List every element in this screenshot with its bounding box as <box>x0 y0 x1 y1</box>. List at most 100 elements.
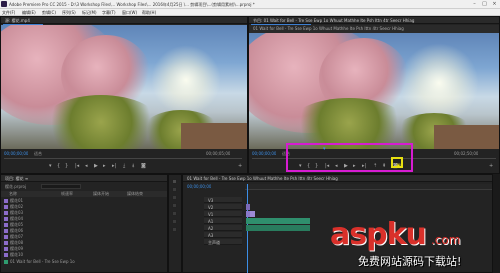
project-panel-tab[interactable]: 项目: 樱花 ≡ <box>5 176 28 181</box>
list-item-name: 樱花09 <box>10 246 24 251</box>
audio-meter <box>492 174 500 273</box>
clip-color-swatch <box>4 253 8 257</box>
export-frame-icon[interactable]: ◙ <box>141 164 146 169</box>
watermark-tagline: 免费网站源码下载站! <box>358 255 462 268</box>
program-sequence-label: 01 Wait for Bell - Tre Sse Ewp 1o Whuut … <box>253 26 404 31</box>
menu-help[interactable]: 帮助(H) <box>142 10 156 15</box>
source-scrub-bar[interactable] <box>4 158 242 159</box>
step-forward-icon[interactable]: ▸ <box>103 164 106 169</box>
go-to-out-icon[interactable]: ▸| <box>112 164 116 169</box>
track-label: A2 <box>208 226 214 231</box>
mark-out-icon[interactable]: } <box>65 164 68 169</box>
tools-panel <box>168 174 182 273</box>
track-header-v2[interactable]: V2 <box>204 204 242 210</box>
menu-file[interactable]: 文件(F) <box>2 10 15 15</box>
timeline-ruler[interactable] <box>245 184 499 190</box>
track-select-tool-icon[interactable] <box>172 187 177 192</box>
green-foliage <box>289 98 409 149</box>
project-file-name: 樱花.prproj <box>5 184 27 189</box>
sequence-color-swatch <box>4 260 8 264</box>
insert-icon[interactable]: ⤓ <box>123 164 125 169</box>
program-monitor-tab[interactable]: 节目: 01 Wait for Bell - Tre Sse Ewp 1o Wh… <box>253 18 493 23</box>
clip-color-swatch <box>4 211 8 215</box>
column-media-end[interactable]: 媒体结束 <box>127 191 143 196</box>
mark-in-icon[interactable]: { <box>57 164 60 169</box>
window-titlebar: Adobe Premiere Pro CC 2015 - D:\3 Worksh… <box>0 0 500 9</box>
track-label: V2 <box>208 205 214 210</box>
highlight-box-compare-button <box>391 157 403 168</box>
track-header-master[interactable]: 主声道 <box>204 239 242 245</box>
razor-tool-icon[interactable] <box>172 203 177 208</box>
program-timecode-current[interactable]: 00;00;00;00 <box>252 151 276 156</box>
selection-tool-icon[interactable] <box>172 179 177 184</box>
pen-tool-icon[interactable] <box>172 219 177 224</box>
timeline-header: 01 Wait for Bell - Tre Sse Ewp 1o Whuut … <box>183 175 499 182</box>
menu-title[interactable]: 字幕(T) <box>102 10 116 15</box>
source-monitor-header: 源: 樱花.mp4 <box>1 17 247 24</box>
sun-flare <box>399 43 479 123</box>
wall <box>181 123 247 149</box>
list-item-name: 樱花05 <box>10 222 24 227</box>
play-icon[interactable]: ▶ <box>94 164 98 169</box>
minimize-icon[interactable]: – <box>470 1 479 7</box>
step-back-icon[interactable]: ◂ <box>85 164 88 169</box>
maximize-icon[interactable]: □ <box>480 1 489 7</box>
close-icon[interactable]: × <box>490 1 499 7</box>
add-marker-icon[interactable]: ▾ <box>49 164 52 169</box>
menu-clip[interactable]: 剪辑(C) <box>42 10 56 15</box>
window-title: Adobe Premiere Pro CC 2015 - D:\3 Worksh… <box>9 2 255 7</box>
hand-tool-icon[interactable] <box>172 227 177 232</box>
source-monitor-tab[interactable]: 源: 樱花.mp4 <box>5 18 30 23</box>
menu-edit[interactable]: 编辑(E) <box>22 10 36 15</box>
overwrite-icon[interactable]: ⤈ <box>132 164 134 169</box>
column-frame-rate[interactable]: 帧速率 <box>61 191 73 196</box>
premiere-app-icon <box>1 1 7 7</box>
audio-clip[interactable] <box>246 225 310 231</box>
add-button-icon[interactable]: + <box>238 164 242 169</box>
clip-color-swatch <box>4 247 8 251</box>
sequence-item[interactable]: 01 Wait for Bell - Tre Sse Ewp 1o <box>2 259 122 265</box>
list-item-name: 樱花06 <box>10 228 24 233</box>
clip-color-swatch <box>4 223 8 227</box>
audio-clip[interactable] <box>246 218 310 224</box>
project-panel: 项目: 樱花 ≡ 樱花.prproj 名称 帧速率 媒体开始 媒体结束 樱花01… <box>0 174 168 273</box>
track-label: A3 <box>208 233 214 238</box>
project-search-field[interactable] <box>41 184 81 189</box>
track-header-v1[interactable]: V1 <box>204 211 242 217</box>
ripple-edit-tool-icon[interactable] <box>172 195 177 200</box>
list-item-name: 樱花04 <box>10 216 24 221</box>
source-fit-dropdown[interactable]: 适合 <box>34 151 42 156</box>
track-header-a1[interactable]: A1 <box>204 218 242 224</box>
watermark-logo: aspku .com <box>330 217 460 252</box>
list-item-name: 樱花03 <box>10 210 24 215</box>
menu-window[interactable]: 窗口(W) <box>122 10 137 15</box>
project-column-header: 名称 帧速率 媒体开始 媒体结束 <box>1 191 167 197</box>
track-label: V1 <box>208 212 214 217</box>
track-header-a3[interactable]: A3 <box>204 232 242 238</box>
column-name[interactable]: 名称 <box>9 191 17 196</box>
video-clip[interactable] <box>250 211 255 217</box>
track-header-v3[interactable]: V3 <box>204 197 242 203</box>
column-media-start[interactable]: 媒体开始 <box>93 191 109 196</box>
sun-flare <box>151 45 221 115</box>
menu-sequence[interactable]: 序列(S) <box>62 10 76 15</box>
timeline-sequence-tab[interactable]: 01 Wait for Bell - Tre Sse Ewp 1o Whuut … <box>187 176 487 181</box>
clip-color-swatch <box>4 241 8 245</box>
track-header-a2[interactable]: A2 <box>204 225 242 231</box>
slip-tool-icon[interactable] <box>172 211 177 216</box>
source-video-frame <box>1 25 247 149</box>
list-item-name: 樱花08 <box>10 240 24 245</box>
video-clip[interactable] <box>246 204 250 210</box>
track-label: A1 <box>208 219 214 224</box>
list-item-name: 樱花10 <box>10 252 24 257</box>
source-monitor-panel: 源: 樱花.mp4 00;00;00;00 适合 00;00;05;00 ▾ {… <box>0 16 248 174</box>
add-button-icon[interactable]: + <box>489 164 493 169</box>
clip-color-swatch <box>4 229 8 233</box>
source-timecode-current[interactable]: 00;00;00;00 <box>4 151 28 156</box>
go-to-in-icon[interactable]: |◂ <box>75 164 79 169</box>
menu-marker[interactable]: 标记(M) <box>82 10 97 15</box>
list-item-name: 樱花02 <box>10 204 24 209</box>
clip-color-swatch <box>4 205 8 209</box>
list-item[interactable]: 樱花10 <box>2 252 78 258</box>
timeline-timecode[interactable]: 00;00;00;00 <box>187 184 211 189</box>
